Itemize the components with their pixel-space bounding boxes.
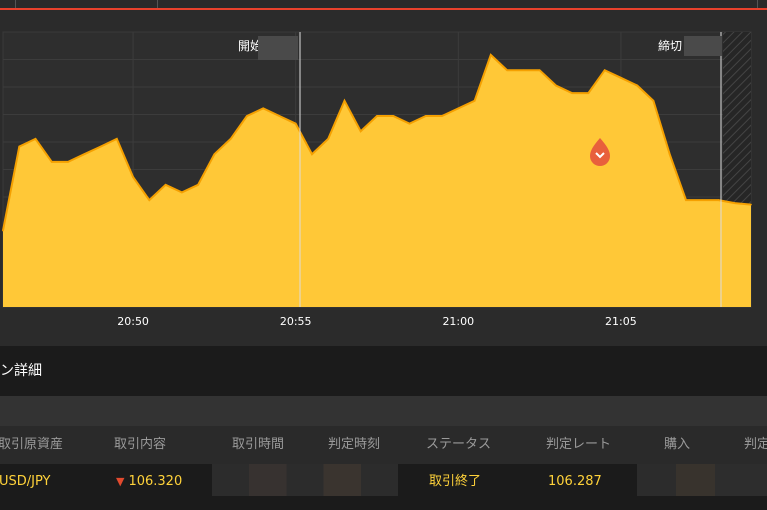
data-point — [327, 138, 330, 140]
header-status: ステータス — [426, 437, 492, 452]
data-point — [441, 115, 443, 117]
header-contract: 取引内容 — [114, 437, 167, 452]
cell-judge-rate: 106.287 — [548, 474, 602, 489]
data-point — [636, 84, 638, 87]
header-asset: 取引原資産 — [0, 437, 64, 452]
table-row[interactable]: USD/JPY ▼ 106.320 取引終了 106.287 — [0, 464, 767, 510]
data-point — [717, 199, 720, 201]
redacted-start-time — [258, 36, 298, 60]
data-point — [571, 92, 573, 94]
data-point — [587, 92, 590, 94]
data-point — [18, 145, 21, 148]
data-point — [294, 122, 297, 125]
data-point — [229, 138, 232, 140]
x-tick-label: 21:05 — [605, 315, 637, 328]
section-title-text: ン詳細 — [0, 363, 42, 379]
data-point — [376, 115, 378, 117]
data-point — [538, 69, 541, 71]
top-bar-divider — [157, 0, 158, 8]
data-point — [733, 202, 736, 204]
down-arrow-icon: ▼ — [116, 475, 125, 488]
data-point — [473, 100, 476, 102]
data-point — [685, 199, 687, 201]
data-point — [132, 176, 134, 178]
header-judge-rate: 判定レート — [546, 437, 612, 452]
data-point — [408, 122, 411, 125]
data-point — [262, 107, 265, 110]
redacted-purchase — [637, 464, 767, 496]
data-point — [490, 54, 492, 56]
data-point — [522, 69, 525, 71]
data-point — [620, 77, 622, 79]
data-point — [457, 107, 460, 110]
data-point — [213, 153, 216, 155]
data-point — [51, 161, 53, 163]
data-point — [99, 145, 102, 148]
end-label: 締切 — [658, 38, 682, 53]
price-chart: 開始 締切20:50 20:55 21:00 21:05 — [2, 31, 752, 328]
redacted-times — [212, 464, 398, 496]
data-point — [343, 100, 346, 102]
cell-contract: ▼ 106.320 — [116, 464, 182, 500]
data-point — [148, 199, 151, 201]
cell-asset: USD/JPY — [0, 474, 51, 489]
data-point — [750, 203, 752, 206]
data-point — [668, 153, 671, 155]
data-point — [652, 100, 655, 102]
table-header: 取引原資産 取引内容 取引時間 判定時刻 ステータス 判定レート 購入 判定 — [0, 426, 767, 464]
top-bar-divider — [15, 0, 16, 8]
data-point — [392, 115, 395, 117]
cell-status: 取引終了 — [429, 474, 482, 489]
data-point — [359, 130, 362, 133]
cell-contract-rate: 106.320 — [128, 474, 183, 489]
x-tick-label: 20:55 — [280, 315, 312, 328]
data-point — [2, 229, 4, 232]
data-point — [197, 184, 199, 186]
data-point — [555, 84, 557, 87]
header-judge-time: 判定時刻 — [328, 437, 381, 452]
section-title: ン詳細 — [0, 346, 767, 396]
data-point — [246, 115, 248, 117]
data-point — [311, 153, 313, 155]
data-point — [83, 153, 86, 155]
data-point — [164, 184, 167, 186]
data-point — [701, 199, 703, 201]
x-tick-label: 20:50 — [117, 315, 149, 328]
data-point — [67, 161, 69, 163]
data-point — [181, 191, 183, 194]
data-point — [278, 115, 281, 117]
data-point — [425, 115, 427, 117]
top-bar — [0, 0, 767, 10]
header-purchase: 購入 — [664, 437, 691, 452]
sub-header-bar — [0, 396, 767, 426]
data-point — [506, 69, 508, 71]
top-bar-divider — [757, 0, 758, 8]
header-trade-time: 取引時間 — [232, 437, 285, 452]
header-judge: 判定 — [744, 437, 767, 452]
price-chart-panel: 開始 締切 20:50 20:55 21:00 21:05 — [0, 10, 767, 346]
data-point — [116, 138, 118, 140]
data-point — [34, 138, 37, 140]
x-tick-label: 21:00 — [442, 315, 474, 328]
data-point — [603, 69, 606, 71]
redacted-end-time — [684, 36, 722, 56]
